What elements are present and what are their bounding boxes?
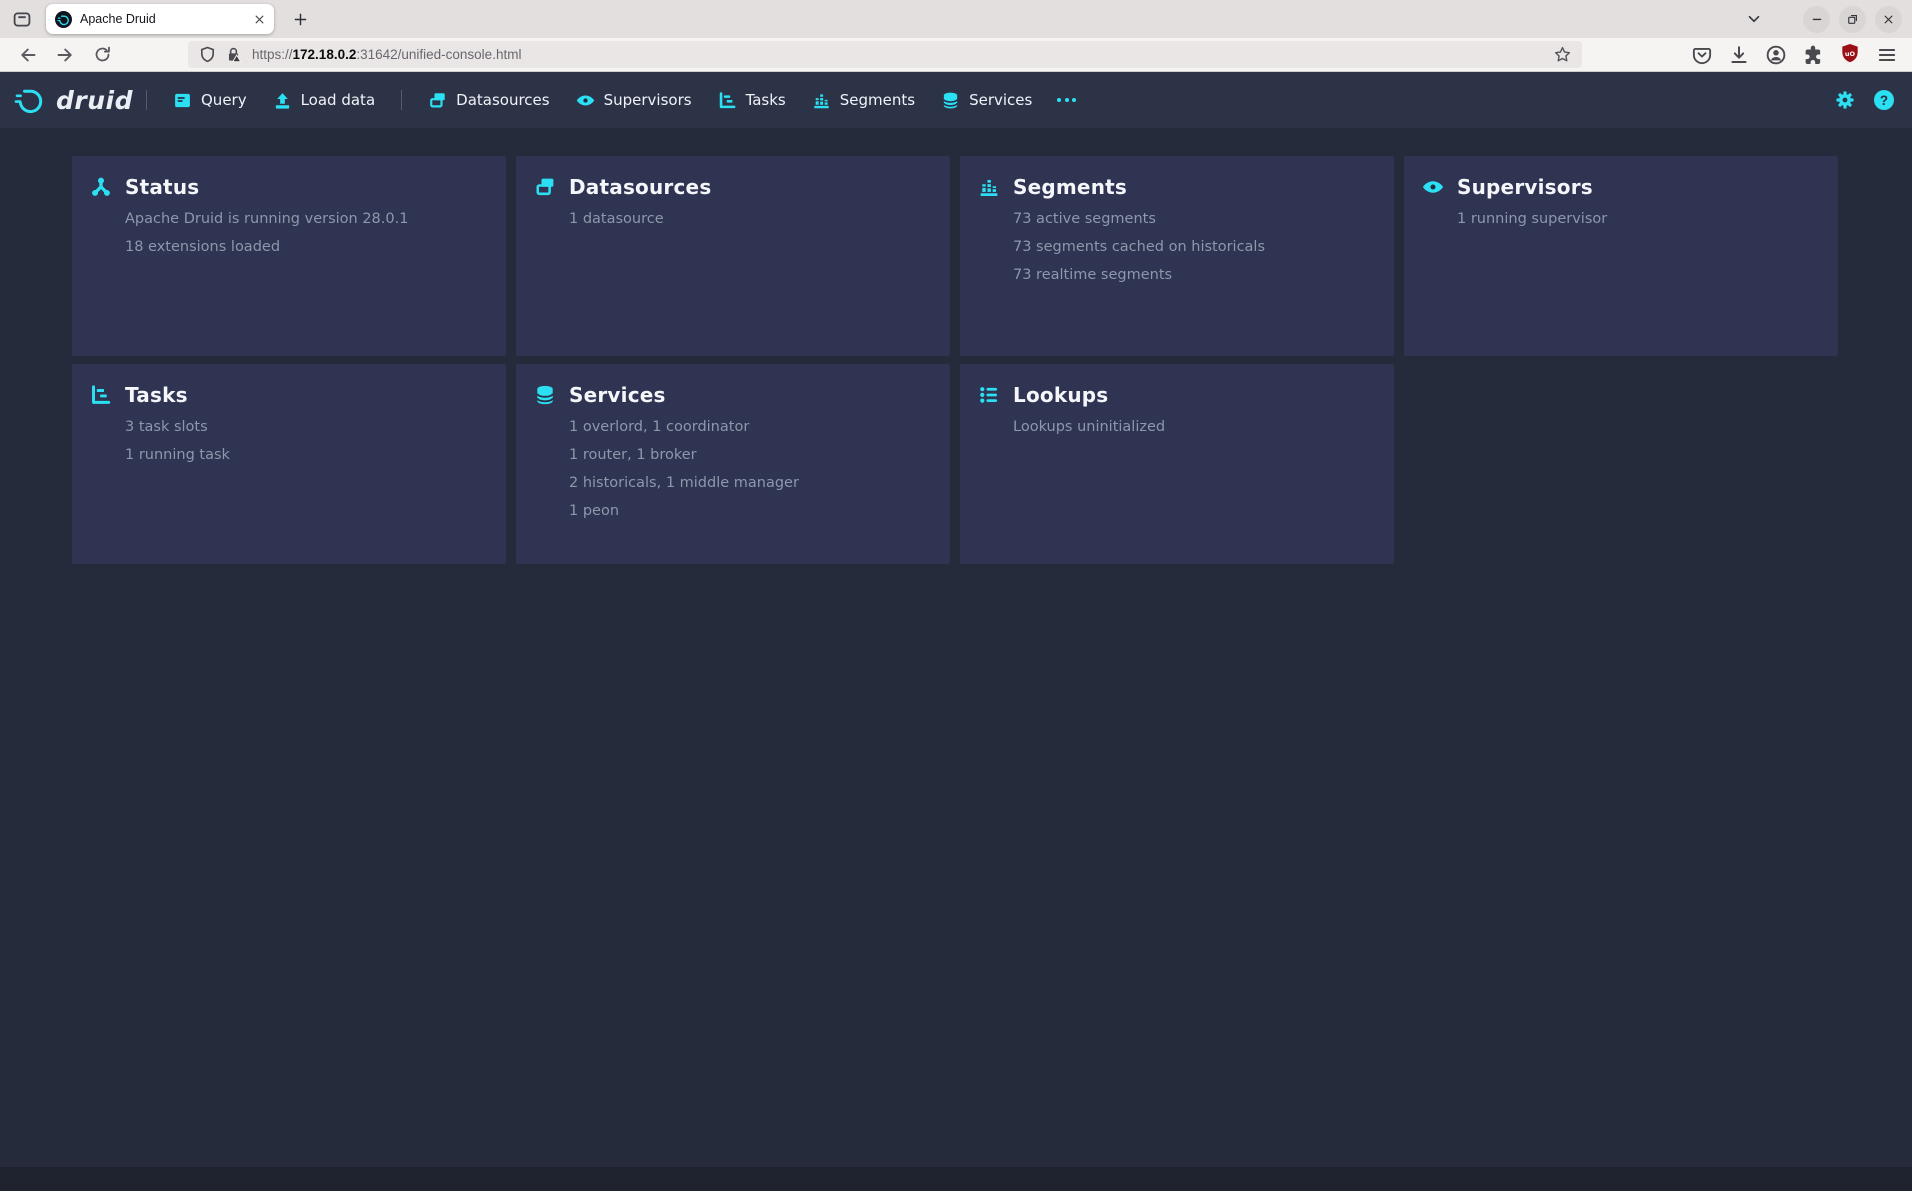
navbar-separator [146,90,147,110]
lock-warning-icon[interactable] [224,45,243,64]
url-text: https://172.18.0.2:31642/unified-console… [252,47,521,62]
window-restore-button[interactable] [1839,6,1866,33]
card-line: 1 running supervisor [1457,205,1818,233]
card-status[interactable]: Status Apache Druid is running version 2… [72,156,506,356]
console-icon [173,91,192,110]
card-datasources[interactable]: Datasources 1 datasource [516,156,950,356]
tab-title: Apache Druid [80,12,249,26]
graph-icon [90,176,112,198]
nav-item-datasources[interactable]: Datasources [415,83,562,118]
card-title: Lookups [1013,383,1108,407]
more-ellipsis-icon[interactable] [1045,88,1088,112]
card-supervisors[interactable]: Supervisors 1 running supervisor [1404,156,1838,356]
list-tabs-chevron-icon[interactable] [1740,5,1768,33]
gantt-icon [90,384,112,406]
gantt-icon [718,91,737,110]
datasources-icon [534,176,556,198]
window-close-button[interactable] [1875,6,1902,33]
card-lookups[interactable]: Lookups Lookups uninitialized [960,364,1394,564]
properties-icon [978,384,1000,406]
card-segments[interactable]: Segments 73 active segments 73 segments … [960,156,1394,356]
druid-logo[interactable]: druid [14,85,133,115]
pocket-icon[interactable] [1691,44,1713,66]
bookmark-star-icon[interactable] [1553,45,1572,64]
help-icon[interactable]: ? [1874,90,1894,110]
nav-item-query[interactable]: Query [160,83,260,118]
upload-icon [273,91,292,110]
card-title: Services [569,383,666,407]
card-line: 3 task slots [125,413,486,441]
druid-navbar: druid Query Load data Datasources Superv… [0,72,1912,128]
datasources-icon [428,91,447,110]
url-bar[interactable]: https://172.18.0.2:31642/unified-console… [188,41,1582,68]
nav-item-tasks[interactable]: Tasks [705,83,799,118]
card-title: Status [125,175,199,199]
menu-hamburger-icon[interactable] [1876,44,1898,66]
database-icon [941,91,960,110]
tab-close-icon[interactable] [249,9,269,29]
navbar-separator [401,90,402,110]
home-view: Status Apache Druid is running version 2… [0,128,1912,1191]
card-line: 18 extensions loaded [125,233,486,261]
card-line: 73 active segments [1013,205,1374,233]
card-line: 1 router, 1 broker [569,441,930,469]
card-line: 1 running task [125,441,486,469]
nav-item-services[interactable]: Services [928,83,1045,118]
browser-tab-bar: Apache Druid [0,0,1912,38]
card-line: 73 realtime segments [1013,261,1374,289]
back-icon[interactable] [16,43,40,67]
forward-icon[interactable] [53,43,77,67]
status-cards-grid: Status Apache Druid is running version 2… [72,156,1912,564]
card-line: 1 overlord, 1 coordinator [569,413,930,441]
new-tab-button[interactable] [286,5,314,33]
ublock-icon[interactable]: uO [1839,42,1861,68]
reload-icon[interactable] [90,43,114,67]
eye-icon [1422,176,1444,198]
firefox-view-icon[interactable] [8,5,36,33]
bottom-strip [0,1167,1912,1191]
tracking-shield-icon[interactable] [198,45,217,64]
stacked-chart-icon [978,176,1000,198]
nav-item-segments[interactable]: Segments [799,83,928,118]
nav-item-supervisors[interactable]: Supervisors [563,83,705,118]
druid-favicon [55,11,72,28]
browser-toolbar: https://172.18.0.2:31642/unified-console… [0,38,1912,72]
browser-tab[interactable]: Apache Druid [46,4,274,34]
card-title: Supervisors [1457,175,1593,199]
database-icon [534,384,556,406]
extensions-puzzle-icon[interactable] [1802,44,1824,66]
card-services[interactable]: Services 1 overlord, 1 coordinator 1 rou… [516,364,950,564]
account-icon[interactable] [1765,44,1787,66]
stacked-chart-icon [812,91,831,110]
card-line: Lookups uninitialized [1013,413,1374,441]
card-line: 1 peon [569,497,930,525]
gear-icon[interactable] [1835,90,1855,110]
eye-icon [576,91,595,110]
druid-brand-text: druid [56,86,133,115]
card-title: Segments [1013,175,1127,199]
card-line: Apache Druid is running version 28.0.1 [125,205,486,233]
card-title: Datasources [569,175,711,199]
download-icon[interactable] [1728,44,1750,66]
window-minimize-button[interactable] [1803,6,1830,33]
card-tasks[interactable]: Tasks 3 task slots 1 running task [72,364,506,564]
card-title: Tasks [125,383,188,407]
nav-item-load-data[interactable]: Load data [260,83,389,118]
card-line: 2 historicals, 1 middle manager [569,469,930,497]
card-line: 73 segments cached on historicals [1013,233,1374,261]
druid-logo-mark-icon [14,85,48,115]
card-line: 1 datasource [569,205,930,233]
